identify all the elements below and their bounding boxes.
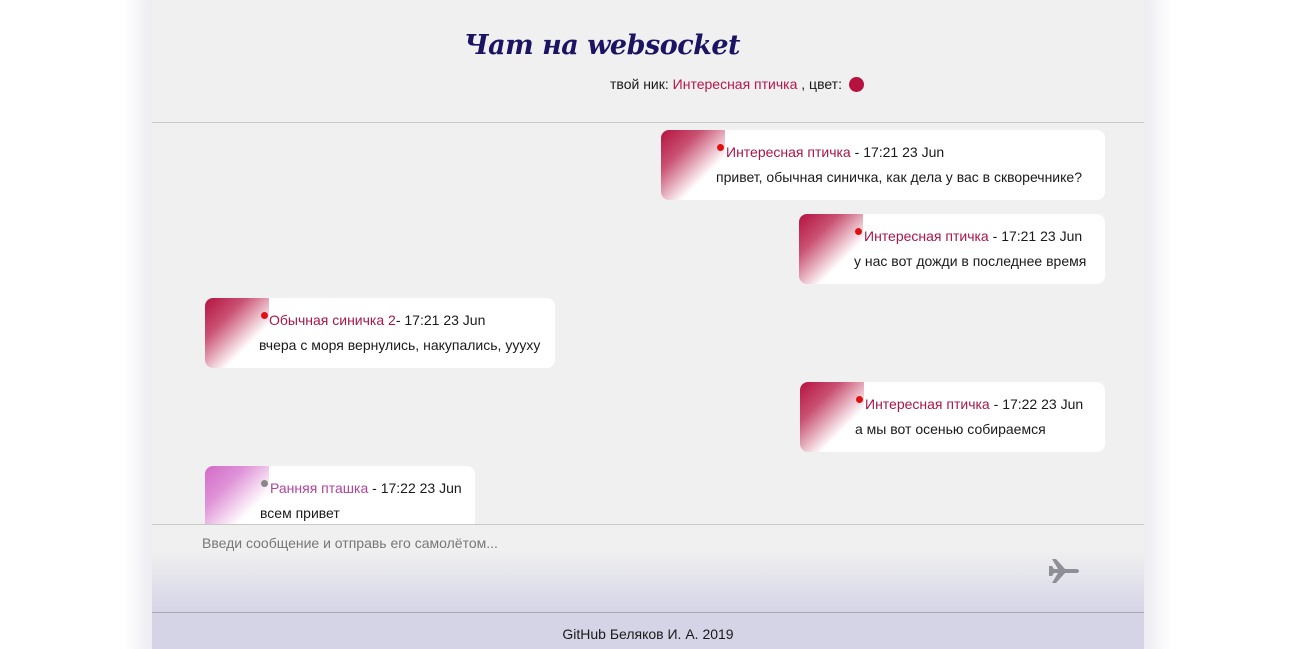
message-composer (152, 524, 1144, 613)
color-label: , цвет: (797, 76, 846, 92)
message-item: Интересная птичка - 17:22 23 Jun а мы во… (800, 382, 1105, 452)
message-separator: - (989, 396, 1003, 412)
message-text: а мы вот осенью собираемся (855, 421, 1046, 437)
message-separator: - (988, 228, 1002, 244)
message-color-stripe (800, 382, 864, 452)
message-time: 17:21 23 Jun (863, 144, 945, 160)
message-text: всем привет (260, 505, 340, 521)
message-author: Обычная синичка 2 (269, 312, 396, 328)
page-footer: GitHub Беляков И. А. 2019 (152, 612, 1144, 649)
message-item: Ранняя пташка - 17:22 23 Jun всем привет (205, 466, 475, 524)
message-color-stripe (205, 298, 269, 368)
message-meta: Интересная птичка - 17:21 23 Jun (864, 228, 1082, 244)
message-time: 17:21 23 Jun (404, 312, 486, 328)
message-separator: - (368, 480, 381, 496)
message-text: вчера с моря вернулись, накупались, ууух… (259, 337, 541, 353)
status-dot-icon (261, 312, 268, 319)
page-title: Чат на websocket (464, 30, 741, 61)
chat-header: Чат на websocket твой ник: Интересная пт… (152, 0, 1144, 123)
nick-line: твой ник: Интересная птичка , цвет: (610, 76, 864, 92)
chat-app: Чат на websocket твой ник: Интересная пт… (152, 0, 1144, 649)
send-button[interactable] (1046, 555, 1082, 587)
message-author: Интересная птичка (864, 228, 989, 244)
message-text: привет, обычная синичка, как дела у вас … (716, 169, 1082, 185)
message-time: 17:22 23 Jun (380, 480, 462, 496)
nickname[interactable]: Интересная птичка (673, 76, 798, 92)
message-author: Интересная птичка (726, 144, 851, 160)
status-dot-icon (855, 228, 862, 235)
status-dot-icon (856, 396, 863, 403)
message-meta: Интересная птичка - 17:22 23 Jun (865, 396, 1083, 412)
message-meta: Интересная птичка - 17:21 23 Jun (726, 144, 944, 160)
message-author: Интересная птичка (865, 396, 990, 412)
message-item: Интересная птичка - 17:21 23 Jun привет,… (661, 130, 1105, 200)
message-meta: Обычная синичка 2- 17:21 23 Jun (269, 312, 485, 328)
message-text: у нас вот дожди в последнее время (854, 253, 1087, 269)
message-color-stripe (799, 214, 863, 284)
message-time: 17:21 23 Jun (1001, 228, 1083, 244)
message-meta: Ранняя пташка - 17:22 23 Jun (270, 480, 462, 496)
message-author: Ранняя пташка (270, 480, 369, 496)
airplane-icon (1049, 559, 1079, 583)
message-color-stripe (661, 130, 725, 200)
user-color-swatch[interactable] (848, 77, 864, 92)
message-input[interactable] (200, 531, 1004, 555)
nick-prefix: твой ник: (610, 76, 673, 92)
message-time: 17:22 23 Jun (1002, 396, 1084, 412)
status-dot-icon (717, 144, 724, 151)
status-dot-icon (261, 480, 268, 487)
message-item: Обычная синичка 2- 17:21 23 Jun вчера с … (205, 298, 555, 368)
message-list[interactable]: Интересная птичка - 17:21 23 Jun привет,… (152, 123, 1144, 524)
message-separator: - (850, 144, 864, 160)
message-item: Интересная птичка - 17:21 23 Jun у нас в… (799, 214, 1105, 284)
footer-credit[interactable]: GitHub Беляков И. А. 2019 (152, 626, 1144, 642)
